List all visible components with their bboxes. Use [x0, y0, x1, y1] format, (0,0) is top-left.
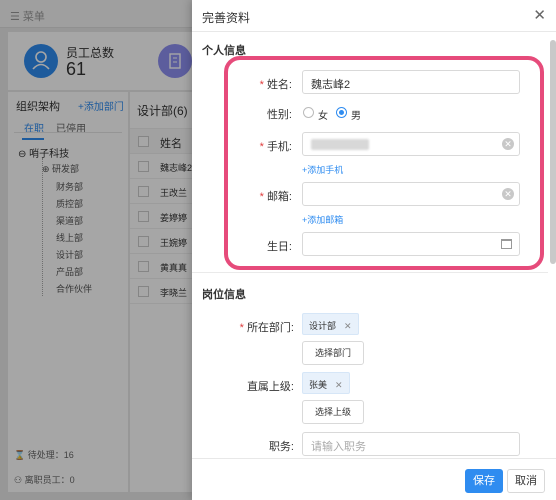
phone-field[interactable]: ✕: [302, 132, 520, 156]
dept-tag: 设计部 ✕: [302, 313, 359, 335]
gender-male-radio[interactable]: [336, 107, 347, 118]
job-section-title: 岗位信息: [202, 289, 246, 301]
remove-tag-icon[interactable]: ✕: [344, 321, 352, 331]
title-label: 职务:: [268, 441, 294, 453]
birthday-field[interactable]: [302, 232, 520, 256]
add-phone-link[interactable]: +添加手机: [302, 163, 343, 176]
clear-icon[interactable]: ✕: [502, 138, 514, 150]
choose-dept-button[interactable]: 选择部门: [302, 341, 364, 365]
profile-drawer: 完善资料 ✕ 个人信息 * 姓名: 魏志峰2 性别: 女 男 * 手机: ✕ +添加…: [192, 0, 556, 500]
manager-label: 直属上级:: [246, 381, 294, 393]
name-field[interactable]: 魏志峰2: [302, 70, 520, 94]
gender-label: 性别:: [266, 109, 292, 121]
dept-label: * 所在部门:: [239, 322, 294, 334]
calendar-icon[interactable]: [501, 239, 512, 249]
personal-section-title: 个人信息: [202, 45, 246, 57]
birthday-label: 生日:: [266, 241, 292, 253]
drawer-header: 完善资料 ✕: [192, 0, 556, 32]
section-divider: [192, 272, 548, 273]
gender-female-radio[interactable]: [303, 107, 314, 118]
email-field[interactable]: ✕: [302, 182, 520, 206]
gender-male-label[interactable]: 男: [351, 107, 361, 122]
cancel-button[interactable]: 取消: [507, 469, 545, 493]
choose-manager-button[interactable]: 选择上级: [302, 400, 364, 424]
save-button[interactable]: 保存: [465, 469, 503, 493]
name-label: * 姓名:: [259, 79, 292, 91]
drawer-footer: 保存 取消: [192, 458, 556, 500]
masked-phone-value: [311, 139, 369, 150]
manager-tag: 张美 ✕: [302, 372, 350, 394]
phone-label: * 手机:: [259, 141, 292, 153]
scrollbar[interactable]: [550, 40, 556, 264]
drawer-title: 完善资料: [202, 11, 251, 25]
remove-tag-icon[interactable]: ✕: [335, 380, 343, 390]
gender-female-label[interactable]: 女: [318, 107, 328, 122]
clear-icon[interactable]: ✕: [502, 188, 514, 200]
title-input[interactable]: 请输入职务: [302, 432, 520, 456]
close-icon[interactable]: ✕: [533, 6, 546, 24]
add-email-link[interactable]: +添加邮箱: [302, 213, 343, 226]
email-label: * 邮箱:: [259, 191, 292, 203]
